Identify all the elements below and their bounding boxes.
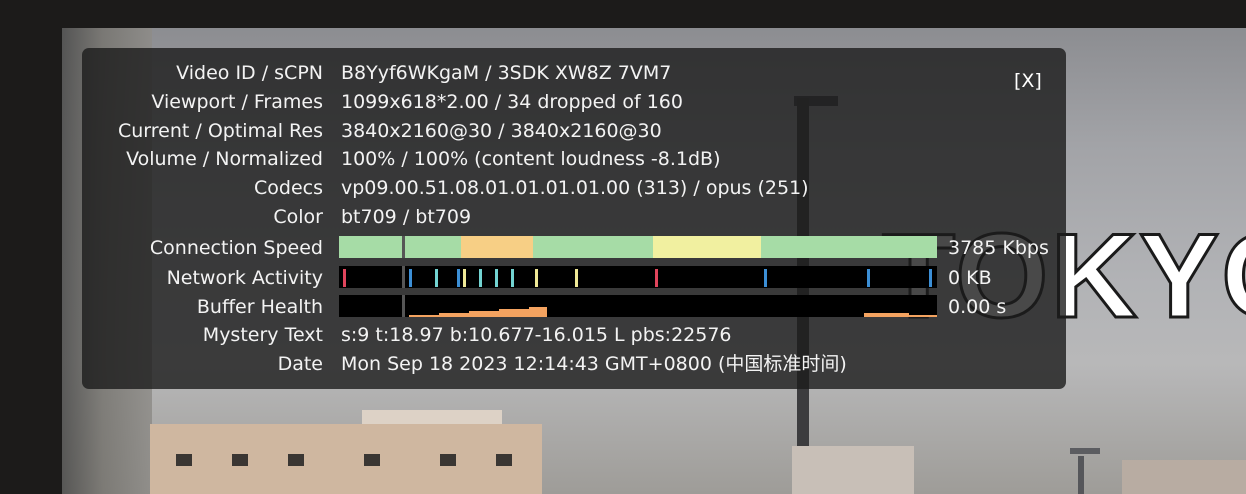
row-date: Date Mon Sep 18 2023 12:14:43 GMT+0800 (… bbox=[82, 350, 1066, 378]
row-label: Color bbox=[273, 206, 323, 228]
buffer-bar bbox=[409, 315, 439, 317]
row-value: 1099x618*2.00 / 34 dropped of 160 bbox=[341, 91, 683, 113]
building-right bbox=[1122, 460, 1246, 494]
row-resolution: Current / Optimal Res 3840x2160@30 / 384… bbox=[82, 117, 1066, 145]
network-spike bbox=[409, 269, 412, 287]
network-spike bbox=[929, 269, 932, 287]
row-value: vp09.00.51.08.01.01.01.01.00 (313) / opu… bbox=[341, 177, 809, 199]
network-spike bbox=[575, 269, 578, 287]
street-lamp-pole-right bbox=[1078, 456, 1084, 494]
building-window bbox=[364, 454, 380, 466]
buffer-bar bbox=[909, 315, 937, 317]
row-label: Buffer Health bbox=[196, 296, 323, 318]
row-connection-speed: Connection Speed 3785 Kbps bbox=[82, 234, 1066, 262]
building-window bbox=[440, 454, 456, 466]
street-lamp-head bbox=[1070, 448, 1100, 454]
speed-segment bbox=[761, 236, 937, 258]
network-spike bbox=[764, 269, 767, 287]
network-spike bbox=[495, 269, 498, 287]
connection-speed-graph bbox=[339, 236, 937, 258]
row-value: 3840x2160@30 / 3840x2160@30 bbox=[341, 120, 662, 142]
row-value: s:9 t:18.97 b:10.677-16.015 L pbs:22576 bbox=[341, 324, 732, 346]
row-value: B8Yyf6WKgaM / 3SDK XW8Z 7VM7 bbox=[341, 62, 672, 84]
row-label: Date bbox=[277, 353, 323, 375]
graph-separator bbox=[402, 266, 405, 288]
network-spike bbox=[511, 269, 514, 287]
row-label: Mystery Text bbox=[202, 324, 323, 346]
row-mystery-text: Mystery Text s:9 t:18.97 b:10.677-16.015… bbox=[82, 321, 1066, 349]
buffer-bar bbox=[469, 311, 499, 317]
network-spike bbox=[435, 269, 438, 287]
network-spike bbox=[457, 269, 460, 287]
building-middle bbox=[792, 446, 914, 494]
row-label: Network Activity bbox=[166, 267, 323, 289]
buffer-health-value: 0.00 s bbox=[948, 296, 1007, 318]
speed-segment bbox=[461, 236, 533, 258]
row-volume: Volume / Normalized 100% / 100% (content… bbox=[82, 145, 1066, 173]
row-codecs: Codecs vp09.00.51.08.01.01.01.01.00 (313… bbox=[82, 174, 1066, 202]
building-window bbox=[176, 454, 192, 466]
building-window bbox=[496, 454, 512, 466]
row-label: Codecs bbox=[254, 177, 323, 199]
row-network-activity: Network Activity 0 KB bbox=[82, 264, 1066, 292]
network-spike bbox=[867, 269, 870, 287]
row-label: Video ID / sCPN bbox=[176, 62, 323, 84]
row-value: Mon Sep 18 2023 12:14:43 GMT+0800 (中国标准时… bbox=[341, 353, 847, 375]
graph-separator bbox=[402, 295, 405, 317]
network-spike bbox=[479, 269, 482, 287]
row-label: Connection Speed bbox=[149, 237, 323, 259]
row-label: Viewport / Frames bbox=[151, 91, 323, 113]
row-video-id: Video ID / sCPN B8Yyf6WKgaM / 3SDK XW8Z … bbox=[82, 59, 1066, 87]
building-window bbox=[232, 454, 248, 466]
speed-segment bbox=[533, 236, 653, 258]
building-left bbox=[150, 424, 542, 494]
stats-for-nerds-panel: [X] Video ID / sCPN B8Yyf6WKgaM / 3SDK X… bbox=[82, 48, 1066, 389]
row-label: Volume / Normalized bbox=[126, 148, 323, 170]
buffer-bar bbox=[439, 313, 469, 317]
network-activity-value: 0 KB bbox=[948, 267, 992, 289]
network-activity-graph bbox=[339, 266, 937, 288]
network-spike bbox=[535, 269, 538, 287]
row-value: 100% / 100% (content loudness -8.1dB) bbox=[341, 148, 721, 170]
speed-segment bbox=[339, 236, 402, 258]
row-color: Color bt709 / bt709 bbox=[82, 203, 1066, 231]
row-viewport-frames: Viewport / Frames 1099x618*2.00 / 34 dro… bbox=[82, 88, 1066, 116]
connection-speed-value: 3785 Kbps bbox=[948, 237, 1049, 259]
buffer-health-graph bbox=[339, 295, 937, 317]
speed-segment bbox=[405, 236, 461, 258]
network-spike bbox=[655, 269, 658, 287]
row-label: Current / Optimal Res bbox=[118, 120, 323, 142]
speed-segment bbox=[653, 236, 761, 258]
graph-separator bbox=[402, 236, 405, 258]
network-spike bbox=[463, 269, 466, 287]
row-value: bt709 / bt709 bbox=[341, 206, 472, 228]
network-spike bbox=[343, 269, 346, 287]
building-window bbox=[288, 454, 304, 466]
buffer-bar bbox=[499, 309, 529, 317]
row-buffer-health: Buffer Health 0.00 s bbox=[82, 293, 1066, 321]
buffer-bar bbox=[529, 307, 547, 317]
buffer-bar bbox=[864, 313, 909, 317]
